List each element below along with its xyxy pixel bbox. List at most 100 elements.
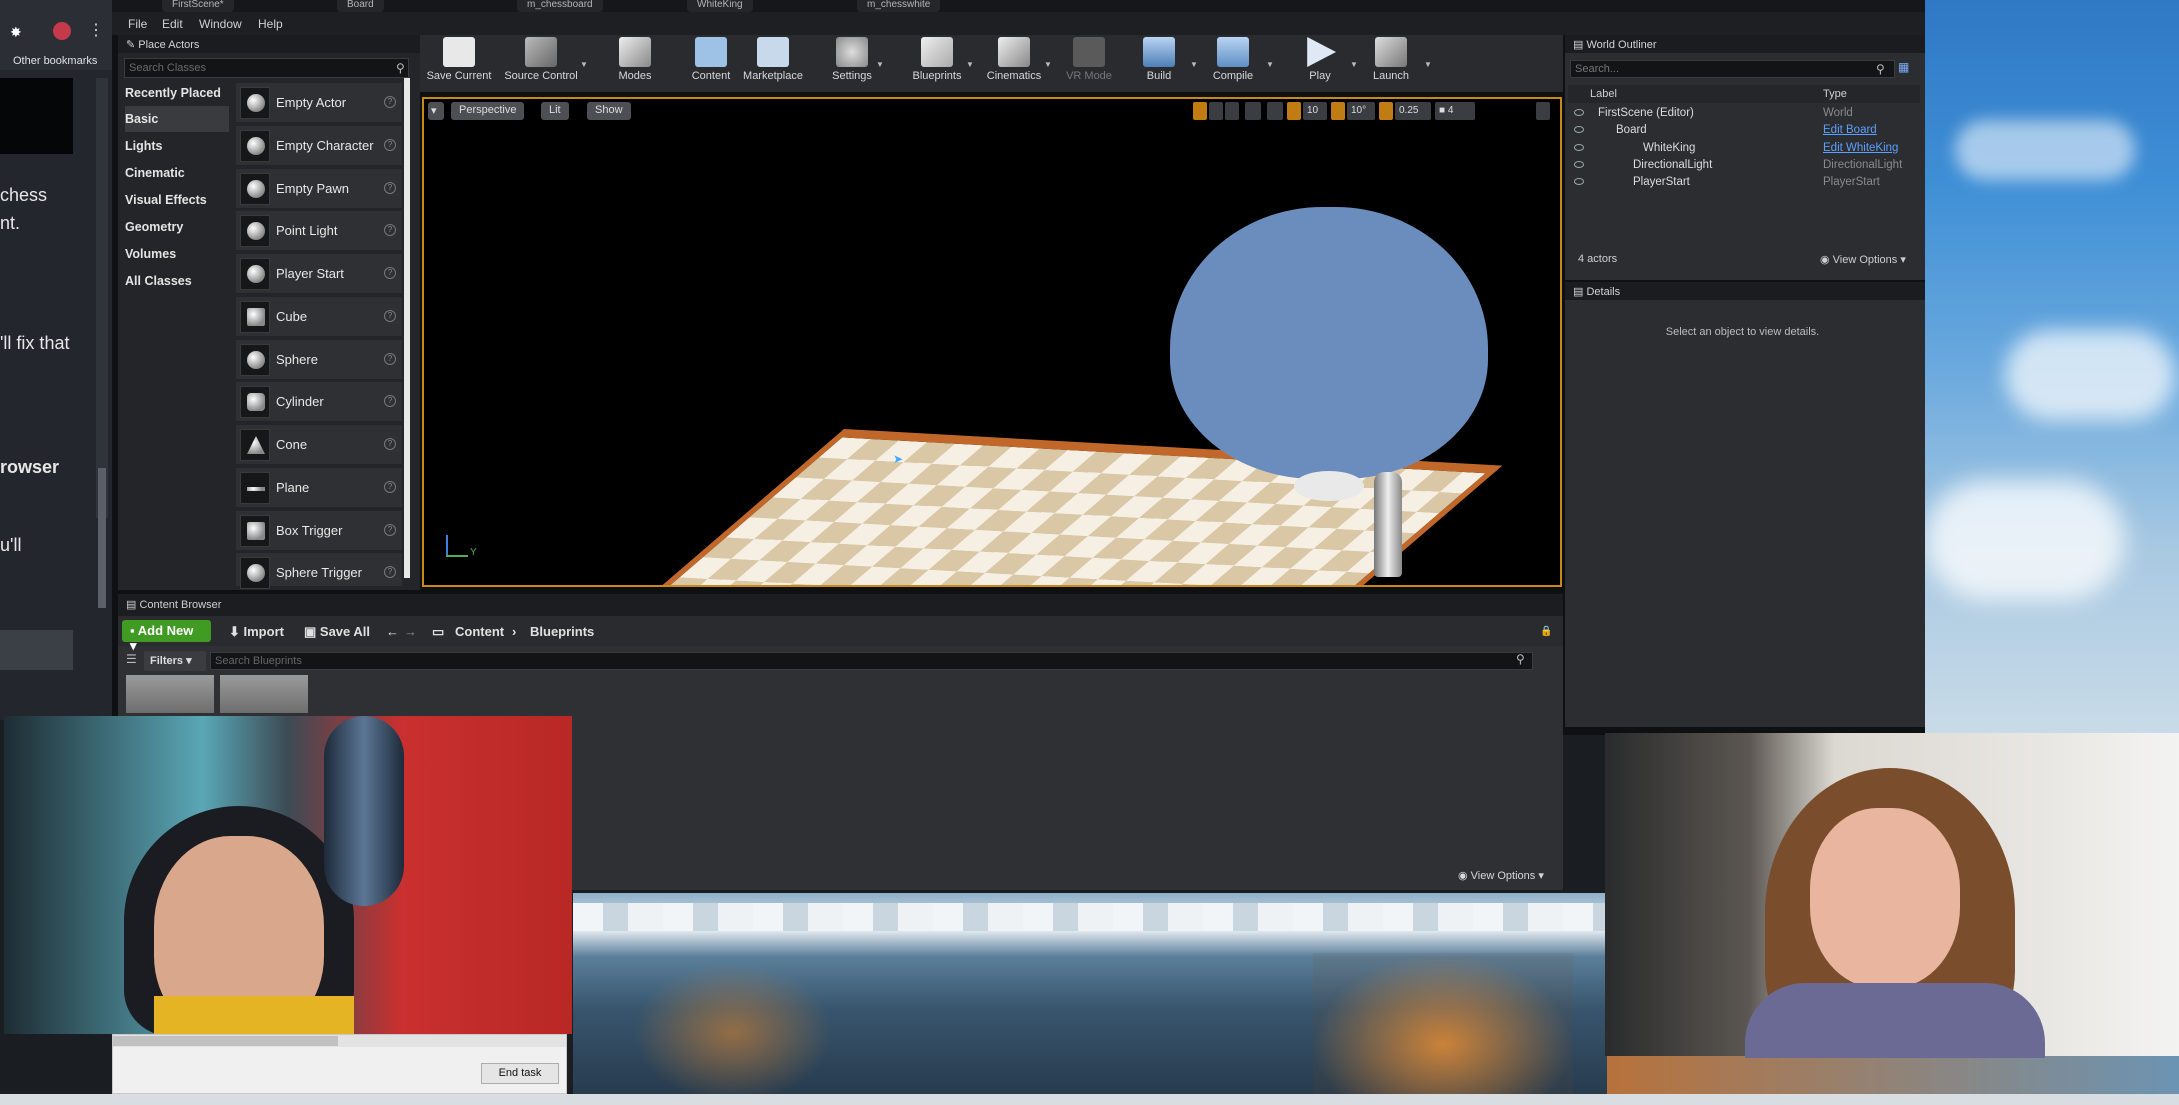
outliner-row[interactable]: WhiteKing Edit WhiteKing — [1568, 140, 1920, 157]
menu-edit[interactable]: Edit — [162, 17, 183, 31]
asset-thumbnail[interactable] — [220, 675, 308, 713]
scale-icon[interactable] — [1225, 102, 1239, 120]
eye-icon[interactable] — [1574, 109, 1584, 116]
rotation-snap-value[interactable]: 10° — [1347, 102, 1375, 120]
chevron-down-icon[interactable]: ▼ — [876, 60, 884, 69]
cinematics-button[interactable]: Cinematics — [982, 37, 1046, 87]
filters-button[interactable]: Filters ▾ — [144, 651, 206, 671]
tab-m-chesswhite[interactable]: m_chesswhite — [857, 0, 941, 12]
show-button[interactable]: Show — [587, 102, 631, 120]
search-blueprints-input[interactable]: Search Blueprints — [210, 652, 1533, 670]
help-icon[interactable]: ? — [384, 224, 396, 236]
actor-cube[interactable]: Cube? — [236, 297, 402, 337]
category-basic[interactable]: Basic — [125, 106, 229, 132]
sphere-mesh[interactable] — [1170, 207, 1488, 479]
viewport-options-dropdown[interactable]: ▾ — [428, 102, 444, 120]
category-recently-placed[interactable]: Recently Placed — [125, 80, 229, 106]
scale-snap-icon[interactable] — [1379, 102, 1393, 120]
surface-snap-icon[interactable] — [1267, 102, 1283, 120]
move-icon[interactable] — [1193, 102, 1207, 120]
menu-dots-icon[interactable]: ⋮ — [88, 20, 104, 40]
help-icon[interactable]: ? — [384, 139, 396, 151]
profile-avatar[interactable] — [53, 22, 71, 40]
actors-scrollbar[interactable] — [404, 78, 410, 578]
marketplace-button[interactable]: Marketplace — [738, 37, 808, 87]
end-task-button[interactable]: End task — [481, 1063, 559, 1084]
help-icon[interactable]: ? — [384, 481, 396, 493]
forward-button[interactable]: → — [404, 624, 417, 639]
extension-icon[interactable]: ✸ — [10, 24, 22, 40]
rotate-icon[interactable] — [1209, 102, 1223, 120]
tab-whiteking[interactable]: WhiteKing — [687, 0, 753, 12]
actor-sphere-trigger[interactable]: Sphere Trigger? — [236, 553, 402, 589]
category-visual-effects[interactable]: Visual Effects — [125, 187, 229, 213]
search-icon[interactable]: ⚲ — [1516, 652, 1525, 666]
source-control-button[interactable]: Source Control — [500, 37, 582, 87]
help-icon[interactable]: ? — [384, 438, 396, 450]
column-type[interactable]: Type — [1823, 88, 1847, 100]
launch-button[interactable]: Launch — [1370, 37, 1412, 87]
chevron-down-icon[interactable]: ▼ — [1190, 60, 1198, 69]
world-icon[interactable] — [1245, 102, 1261, 120]
breadcrumb-content[interactable]: Content — [455, 624, 504, 639]
camera-speed-value[interactable]: ■ 4 — [1435, 102, 1475, 120]
modes-button[interactable]: Modes — [610, 37, 660, 87]
category-lights[interactable]: Lights — [125, 133, 229, 159]
back-button[interactable]: ← — [386, 624, 399, 639]
help-icon[interactable]: ? — [384, 395, 396, 407]
menu-window[interactable]: Window — [199, 17, 242, 31]
content-button[interactable]: Content — [686, 37, 736, 87]
menu-file[interactable]: File — [128, 17, 147, 31]
outliner-row[interactable]: PlayerStart PlayerStart — [1568, 174, 1920, 191]
menu-help[interactable]: Help — [258, 17, 283, 31]
outliner-search-input[interactable]: Search... — [1570, 60, 1895, 78]
search-classes-input[interactable]: Search Classes — [124, 58, 409, 78]
perspective-button[interactable]: Perspective — [451, 102, 525, 120]
tab-board[interactable]: Board — [337, 0, 384, 12]
lit-button[interactable]: Lit — [541, 102, 569, 120]
asset-thumbnail[interactable] — [126, 675, 214, 713]
eye-icon[interactable] — [1574, 126, 1584, 133]
breadcrumb-blueprints[interactable]: Blueprints — [530, 624, 594, 639]
scrollbar[interactable] — [96, 78, 108, 608]
actor-point-light[interactable]: Point Light? — [236, 211, 402, 251]
actor-plane[interactable]: Plane? — [236, 468, 402, 508]
chevron-down-icon[interactable]: ▼ — [1350, 60, 1358, 69]
actor-player-start[interactable]: Player Start? — [236, 254, 402, 294]
help-icon[interactable]: ? — [384, 353, 396, 365]
maximize-icon[interactable] — [1536, 102, 1550, 120]
sources-toggle-icon[interactable]: ☰ — [126, 652, 137, 666]
actor-empty-pawn[interactable]: Empty Pawn? — [236, 169, 402, 209]
category-all-classes[interactable]: All Classes — [125, 268, 229, 294]
other-bookmarks-link[interactable]: Other bookmarks — [13, 55, 97, 67]
help-icon[interactable]: ? — [384, 310, 396, 322]
blueprints-button[interactable]: Blueprints — [906, 37, 968, 87]
actor-empty-character[interactable]: Empty Character? — [236, 126, 402, 166]
actor-sphere[interactable]: Sphere? — [236, 340, 402, 380]
import-button[interactable]: ⬇ Import — [229, 624, 284, 640]
category-cinematic[interactable]: Cinematic — [125, 160, 229, 186]
eye-icon[interactable] — [1574, 178, 1584, 185]
save-current-button[interactable]: Save Current — [426, 37, 492, 87]
search-icon[interactable]: ⚲ — [1876, 62, 1885, 76]
grid-snap-icon[interactable] — [1287, 102, 1301, 120]
eye-icon[interactable] — [1574, 144, 1584, 151]
actor-box-trigger[interactable]: Box Trigger? — [236, 511, 402, 551]
category-geometry[interactable]: Geometry — [125, 214, 229, 240]
play-button[interactable]: Play — [1302, 37, 1338, 87]
chevron-down-icon[interactable]: ▼ — [966, 60, 974, 69]
column-label[interactable]: Label — [1590, 88, 1617, 100]
outliner-row[interactable]: Board Edit Board — [1568, 122, 1920, 139]
actor-cylinder[interactable]: Cylinder? — [236, 382, 402, 422]
edit-whiteking-link[interactable]: Edit WhiteKing — [1823, 142, 1898, 154]
settings-button[interactable]: Settings — [826, 37, 878, 87]
actor-cone[interactable]: Cone? — [236, 425, 402, 465]
outliner-row[interactable]: FirstScene (Editor) World — [1568, 105, 1920, 122]
tab-m-chessboard[interactable]: m_chessboard — [517, 0, 603, 12]
lock-icon[interactable]: 🔒 — [1540, 626, 1552, 637]
chevron-down-icon[interactable]: ▼ — [1424, 60, 1432, 69]
compile-button[interactable]: Compile — [1210, 37, 1256, 87]
content-browser-tab[interactable]: ▤ Content Browser — [118, 594, 1563, 616]
edit-board-link[interactable]: Edit Board — [1823, 124, 1877, 136]
add-new-button[interactable]: ▪ Add New ▾ — [122, 620, 211, 653]
